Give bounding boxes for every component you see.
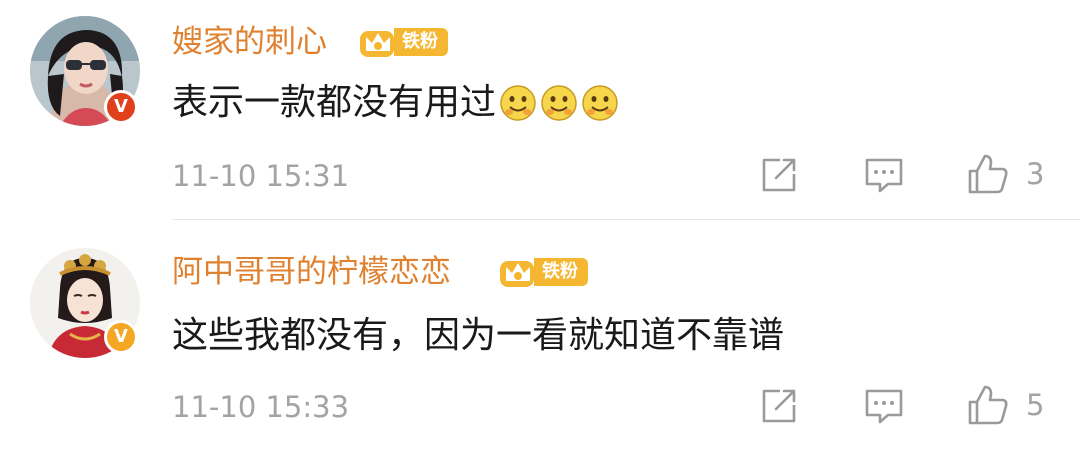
- thumbs-up-icon: [968, 154, 1008, 194]
- username[interactable]: 嫂家的刺心: [172, 22, 327, 62]
- like-count: 3: [1026, 157, 1045, 191]
- comment-time: 11-10 15:31: [172, 159, 350, 193]
- comment-icon: [865, 389, 903, 424]
- crown-icon: [360, 31, 394, 57]
- smile-emoji: [582, 85, 618, 121]
- reply-button[interactable]: [864, 387, 904, 425]
- comment-text-body: 这些我都没有，因为一看就知道不靠谱: [172, 315, 785, 356]
- like-count: 5: [1026, 388, 1045, 422]
- verified-badge: V: [104, 320, 138, 354]
- comment-item: V 阿中哥哥的柠檬恋恋 铁粉 这些我都没有，因为一看就知道不靠谱 11-10 1…: [0, 220, 1080, 455]
- fan-badge[interactable]: 铁粉: [358, 23, 448, 61]
- like-button[interactable]: 5: [966, 383, 1044, 427]
- thumbs-up-icon: [968, 385, 1008, 425]
- smile-emoji: [500, 85, 536, 121]
- like-button[interactable]: 3: [966, 152, 1044, 196]
- comment-text: 表示一款都没有用过: [172, 80, 619, 126]
- comment-item: V 嫂家的刺心 铁粉 表示一款都没有用过 11-10 15:31 3: [0, 0, 1080, 220]
- share-icon: [762, 389, 796, 423]
- comment-text-body: 表示一款都没有用过: [172, 82, 497, 123]
- fan-badge-label: 铁粉: [534, 258, 588, 286]
- share-icon: [762, 158, 796, 192]
- crown-icon: [500, 261, 534, 287]
- smile-emoji: [541, 85, 577, 121]
- comment-time: 11-10 15:33: [172, 390, 350, 424]
- username[interactable]: 阿中哥哥的柠檬恋恋: [172, 252, 451, 292]
- reply-button[interactable]: [864, 156, 904, 194]
- comment-icon: [865, 158, 903, 193]
- share-button[interactable]: [760, 387, 798, 425]
- share-button[interactable]: [760, 156, 798, 194]
- fan-badge[interactable]: 铁粉: [498, 253, 588, 291]
- comment-text: 这些我都没有，因为一看就知道不靠谱: [172, 313, 784, 359]
- verified-badge: V: [104, 90, 138, 124]
- fan-badge-label: 铁粉: [394, 28, 448, 56]
